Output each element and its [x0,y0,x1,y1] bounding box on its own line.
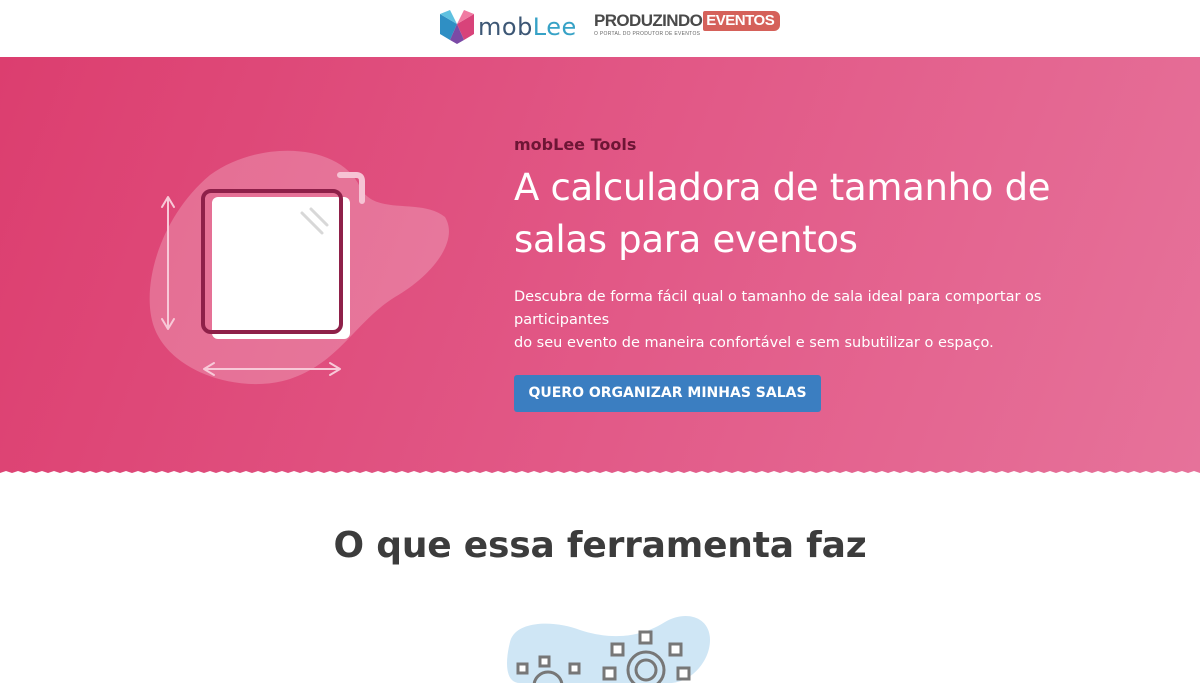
moblee-logo[interactable]: mobLee [440,9,577,45]
produzindo-eventos-logo[interactable]: PRODUZINDO EVENTOS O PORTAL DO PRODUTOR … [594,11,781,41]
moblee-logo-text-left: mob [478,13,533,41]
hero-description-line-1: Descubra de forma fácil qual o tamanho d… [514,289,1042,328]
top-header: mobLee PRODUZINDO EVENTOS O PORTAL DO PR… [0,0,1200,57]
moblee-logo-text: mobLee [478,13,577,41]
hero-description: Descubra de forma fácil qual o tamanho d… [514,286,1114,355]
features-section-title: O que essa ferramenta faz [333,525,867,566]
hero-title: A calculadora de tamanho de salas para e… [514,162,1134,266]
room-size-illustration [149,150,449,385]
partner-logo-word: PRODUZINDO [594,11,703,30]
moblee-logo-icon [440,10,474,44]
hero-eyebrow: mobLee Tools [514,135,637,154]
room-square-icon [201,189,350,339]
hero-title-line-1: A calculadora de tamanho de [514,166,1051,209]
hero-text-block: mobLee Tools A calculadora de tamanho de… [514,135,1134,412]
hero-title-line-2: salas para eventos [514,218,858,261]
moblee-logo-text-right: Lee [532,13,577,41]
gears-icon [507,616,710,683]
partner-logo-tag: EVENTOS [703,11,781,31]
organize-rooms-button[interactable]: QUERO ORGANIZAR MINHAS SALAS [514,375,821,412]
partner-logo-tagline: O PORTAL DO PRODUTOR DE EVENTOS [594,31,701,37]
hero-wave-edge [0,471,1200,479]
hero-description-line-2: do seu evento de maneira confortável e s… [514,335,994,351]
hero-banner: mobLee Tools A calculadora de tamanho de… [0,57,1200,477]
